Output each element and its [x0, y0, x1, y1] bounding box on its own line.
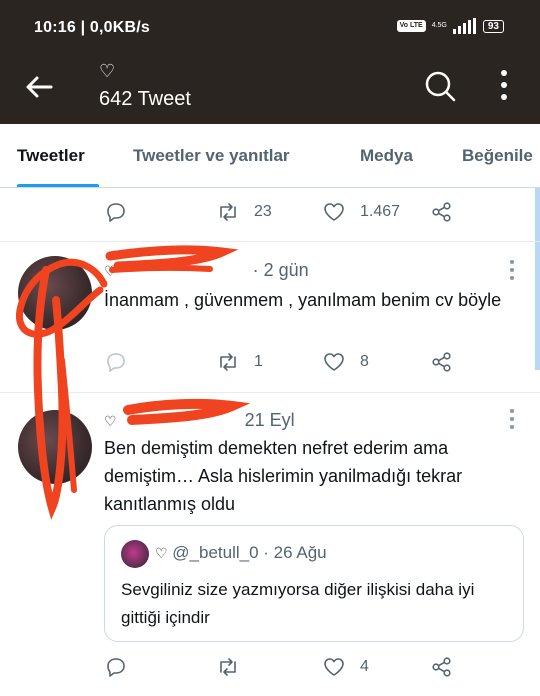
retweet-button[interactable]	[216, 655, 254, 679]
active-tab-indicator	[17, 184, 99, 187]
quoted-tweet-card[interactable]: ♡ @_betull_0 · 26 Ağu Sevgiliniz size ya…	[104, 525, 524, 642]
tweet-time[interactable]: 21 Eyl	[245, 410, 295, 430]
share-icon	[432, 657, 451, 677]
tweet-more-icon[interactable]	[508, 259, 516, 281]
more-vertical-icon[interactable]	[494, 68, 514, 104]
network-type: 4.5G	[431, 22, 447, 29]
author-name[interactable]: ♡	[104, 263, 117, 279]
status-time: 10:16 | 0,0KB/s	[34, 19, 150, 36]
quote-header: ♡ @_betull_0 · 26 Ağu	[155, 543, 327, 563]
reply-icon	[107, 353, 125, 372]
quote-avatar	[121, 540, 149, 568]
like-button[interactable]: 4	[322, 655, 369, 679]
avatar[interactable]	[18, 410, 92, 484]
like-button[interactable]: 1.467	[322, 200, 400, 224]
quote-time: · 26 Ağu	[263, 543, 327, 562]
status-indicators: Vo LTE 4.5G 93	[396, 18, 504, 34]
quote-text: Sevgiliniz size yazmıyorsa diğer ilişkis…	[121, 580, 475, 627]
tab-likes[interactable]: Beğenile	[462, 146, 533, 166]
heart-icon	[324, 203, 344, 221]
like-count: 1.467	[360, 203, 401, 220]
back-arrow-icon[interactable]	[24, 72, 54, 102]
tweet-text: Ben demiştim demekten nefret ederim ama …	[104, 438, 463, 514]
tab-tweets[interactable]: Tweetler	[17, 146, 85, 166]
reply-icon	[107, 203, 125, 222]
tweet-time[interactable]: · 2 gün	[253, 260, 309, 280]
signal-icon	[452, 18, 476, 34]
share-button[interactable]	[430, 200, 454, 224]
reply-button[interactable]	[104, 200, 128, 224]
tweet-actions: 1 8	[104, 350, 464, 380]
search-icon[interactable]	[424, 70, 456, 102]
retweet-icon	[220, 353, 236, 371]
retweet-count: 23	[254, 203, 272, 220]
profile-tabs: Tweetler Tweetler ve yanıtlar Medya Beğe…	[0, 124, 540, 188]
like-button[interactable]: 8	[322, 350, 369, 374]
scrollbar[interactable]	[535, 188, 540, 370]
retweet-count: 1	[254, 353, 263, 370]
tweet-more-icon[interactable]	[508, 408, 516, 430]
reply-icon	[107, 658, 125, 677]
tweet-actions: 23 1.467	[104, 200, 464, 230]
volte-badge: Vo LTE	[396, 20, 426, 32]
avatar[interactable]	[18, 256, 92, 330]
tweet-actions: 4	[104, 655, 464, 685]
retweet-button[interactable]: 23	[216, 200, 272, 224]
tab-media[interactable]: Medya	[360, 146, 413, 166]
quote-author-name: ♡	[155, 545, 168, 561]
tab-tweets-and-replies[interactable]: Tweetler ve yanıtlar	[133, 146, 290, 166]
tweet-text: İnanmam , güvenmem , yanılmam benim cv b…	[104, 290, 502, 310]
tweet-divider	[0, 241, 540, 242]
profile-topbar: ♡ 642 Tweet	[0, 58, 540, 124]
heart-icon	[324, 658, 344, 676]
share-button[interactable]	[430, 655, 454, 679]
retweet-button[interactable]: 1	[216, 350, 263, 374]
retweet-icon	[220, 203, 236, 221]
reply-button[interactable]	[104, 350, 128, 374]
battery-level: 93	[482, 19, 504, 33]
author-name[interactable]: ♡	[104, 413, 117, 429]
profile-name-heart: ♡	[99, 61, 116, 81]
heart-icon	[324, 353, 344, 371]
tweet-divider	[0, 392, 540, 393]
like-count: 8	[360, 353, 369, 370]
tweet-header: ♡ 21 Eyl	[104, 410, 295, 431]
tweet-header: ♡ · 2 gün	[104, 260, 309, 281]
reply-button[interactable]	[104, 655, 128, 679]
like-count: 4	[360, 658, 369, 675]
quote-handle: @_betull_0	[172, 543, 259, 562]
retweet-icon	[220, 658, 236, 676]
share-icon	[432, 202, 451, 222]
status-bar: 10:16 | 0,0KB/s Vo LTE 4.5G 93	[0, 0, 540, 58]
share-icon	[432, 352, 451, 372]
share-button[interactable]	[430, 350, 454, 374]
tweet-count: 642 Tweet	[99, 88, 191, 110]
